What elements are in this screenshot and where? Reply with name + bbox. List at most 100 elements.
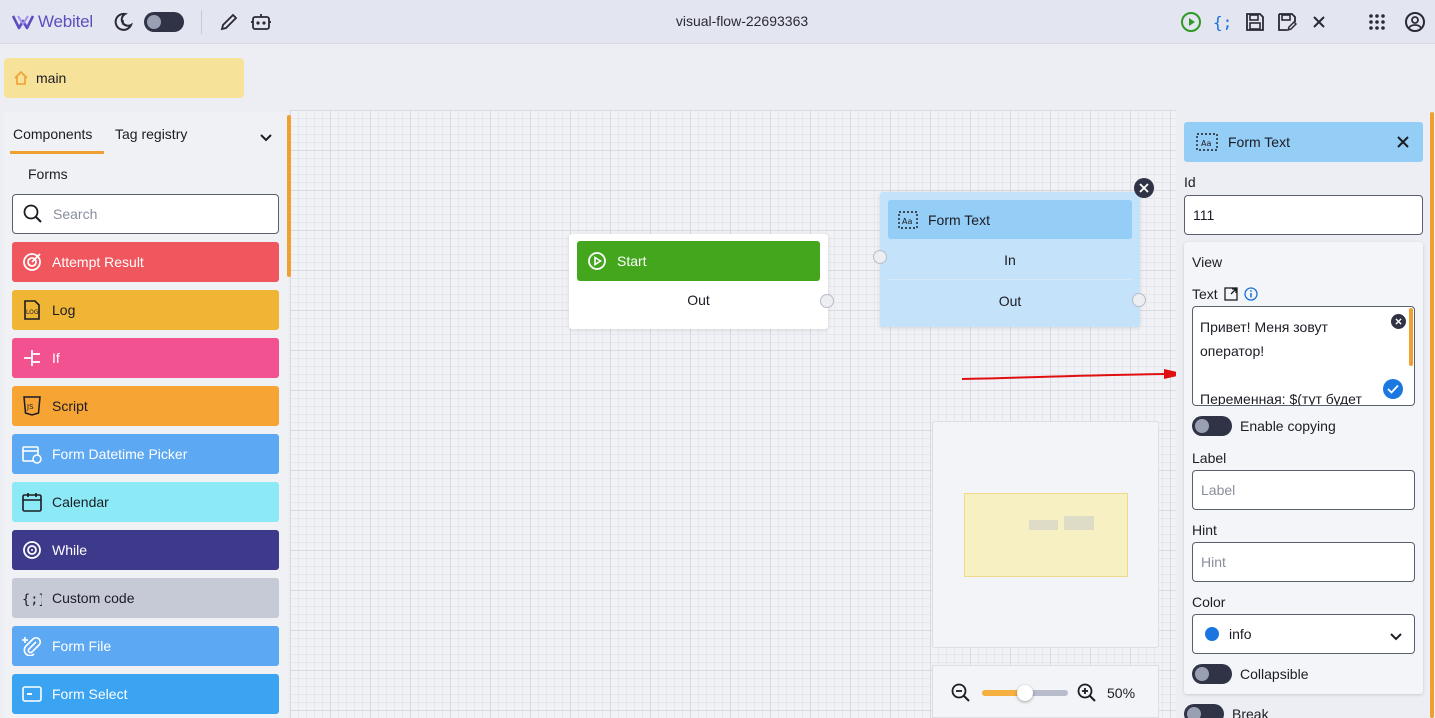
loop-icon xyxy=(22,540,42,560)
minimap-viewport[interactable] xyxy=(964,493,1128,577)
robot-icon[interactable] xyxy=(250,11,272,33)
close-icon xyxy=(1139,183,1149,193)
annotation-arrow-icon xyxy=(961,369,1186,380)
label-field-label: Label xyxy=(1192,450,1227,466)
tab-components[interactable]: Components xyxy=(10,126,104,154)
component-calendar[interactable]: Calendar xyxy=(12,482,279,522)
zoom-slider-thumb[interactable] xyxy=(1017,685,1033,701)
code-braces-icon[interactable]: {;} xyxy=(1212,11,1234,33)
chevron-down-icon xyxy=(1390,633,1402,641)
start-node-header[interactable]: Start xyxy=(577,241,820,281)
search-icon xyxy=(23,204,42,223)
label-input[interactable]: Label xyxy=(1192,470,1415,510)
form-text-icon: Aa xyxy=(898,210,918,229)
textarea-scrollbar[interactable] xyxy=(1409,308,1413,366)
svg-text:{;}: {;} xyxy=(1213,13,1234,32)
component-while[interactable]: While xyxy=(12,530,279,570)
component-if[interactable]: If xyxy=(12,338,279,378)
close-icon[interactable] xyxy=(1397,136,1409,148)
webitel-logo-icon xyxy=(12,15,34,30)
search-input[interactable]: Search xyxy=(12,194,279,234)
component-form-datetime-picker[interactable]: Form Datetime Picker xyxy=(12,434,279,474)
form-text-node-header[interactable]: Aa Form Text xyxy=(888,200,1132,239)
component-label: Custom code xyxy=(52,590,135,606)
form-text-node[interactable]: Aa Form Text In Out xyxy=(873,192,1146,327)
collapsible-toggle[interactable] xyxy=(1192,664,1232,684)
save-icon[interactable] xyxy=(1244,11,1266,33)
color-dot-icon xyxy=(1205,627,1219,641)
theme-toggle[interactable] xyxy=(144,12,184,32)
id-value: 111 xyxy=(1193,207,1215,223)
node-divider xyxy=(888,279,1132,280)
logo-text: Webitel xyxy=(38,12,93,31)
form-text-icon: Aa xyxy=(1196,133,1218,151)
svg-text:{;}: {;} xyxy=(22,591,42,607)
color-field-label: Color xyxy=(1192,594,1226,610)
target-icon xyxy=(22,252,42,272)
component-form-select[interactable]: Form Select xyxy=(12,674,279,714)
expand-icon[interactable] xyxy=(1224,287,1238,301)
delete-node-button[interactable] xyxy=(1134,178,1154,198)
hint-field-label: Hint xyxy=(1192,522,1217,538)
properties-header: Aa Form Text xyxy=(1184,122,1423,162)
save-as-icon[interactable] xyxy=(1276,11,1298,33)
component-label: Calendar xyxy=(52,494,109,510)
panel-tabs: Components Tag registry xyxy=(10,126,190,154)
svg-text:Aa: Aa xyxy=(902,217,912,226)
start-node[interactable]: Start Out xyxy=(569,234,834,329)
break-toggle[interactable] xyxy=(1184,704,1224,718)
component-log[interactable]: LOG Log xyxy=(12,290,279,330)
component-form-file[interactable]: Form File xyxy=(12,626,279,666)
properties-title: Form Text xyxy=(1228,134,1290,150)
tab-tag-registry[interactable]: Tag registry xyxy=(112,126,190,154)
divider xyxy=(201,10,202,34)
apps-grid-icon[interactable] xyxy=(1366,11,1388,33)
clear-text-button[interactable] xyxy=(1391,314,1406,329)
section-title: Forms xyxy=(28,166,68,182)
search-placeholder: Search xyxy=(53,206,98,222)
color-select[interactable]: info xyxy=(1192,614,1415,654)
top-bar: Webitel visual-flow-22693363 {;} xyxy=(0,0,1435,44)
component-script[interactable]: JS Script xyxy=(12,386,279,426)
right-scrollbar[interactable] xyxy=(1430,112,1434,718)
pencil-icon[interactable] xyxy=(218,11,240,33)
text-label: Text xyxy=(1192,286,1218,302)
component-custom-code[interactable]: {;} Custom code xyxy=(12,578,279,618)
left-scrollbar[interactable] xyxy=(287,115,291,277)
enable-copying-label: Enable copying xyxy=(1240,418,1336,434)
component-attempt-result[interactable]: Attempt Result xyxy=(12,242,279,282)
zoom-out-icon[interactable] xyxy=(951,683,971,703)
zoom-slider[interactable] xyxy=(982,685,1068,701)
moon-icon[interactable] xyxy=(112,11,134,33)
zoom-in-icon[interactable] xyxy=(1077,683,1097,703)
break-label: Break xyxy=(1232,706,1269,718)
hint-input[interactable]: Hint xyxy=(1192,542,1415,582)
view-label: View xyxy=(1192,254,1223,270)
play-icon[interactable] xyxy=(1180,11,1202,33)
text-textarea[interactable]: Привет! Меня зовут оператор! Переменная:… xyxy=(1192,306,1415,406)
start-node-out-port[interactable] xyxy=(820,294,834,308)
id-input[interactable]: 111 xyxy=(1184,195,1423,235)
info-icon[interactable] xyxy=(1244,287,1258,301)
label-placeholder: Label xyxy=(1201,482,1236,498)
minimap-node xyxy=(1029,520,1058,530)
breadcrumb[interactable]: main xyxy=(4,58,244,98)
home-icon xyxy=(14,71,28,85)
enable-copying-toggle[interactable] xyxy=(1192,416,1232,436)
confirm-text-button[interactable] xyxy=(1383,379,1403,399)
form-text-node-out-port[interactable] xyxy=(1132,293,1146,307)
close-icon xyxy=(1395,318,1402,325)
logo[interactable]: Webitel xyxy=(12,11,93,33)
account-icon[interactable] xyxy=(1404,11,1426,33)
form-text-node-in-label: In xyxy=(1004,252,1016,268)
play-circle-icon xyxy=(588,252,606,270)
zoom-level: 50% xyxy=(1107,685,1136,701)
close-icon[interactable] xyxy=(1308,11,1330,33)
minimap[interactable] xyxy=(932,421,1159,648)
form-text-node-in-port[interactable] xyxy=(873,250,887,264)
svg-text:Aa: Aa xyxy=(1201,139,1211,148)
attachment-icon xyxy=(22,636,42,656)
component-label: Form File xyxy=(52,638,112,654)
form-text-node-title: Form Text xyxy=(928,211,990,228)
chevron-down-icon[interactable] xyxy=(258,129,274,145)
